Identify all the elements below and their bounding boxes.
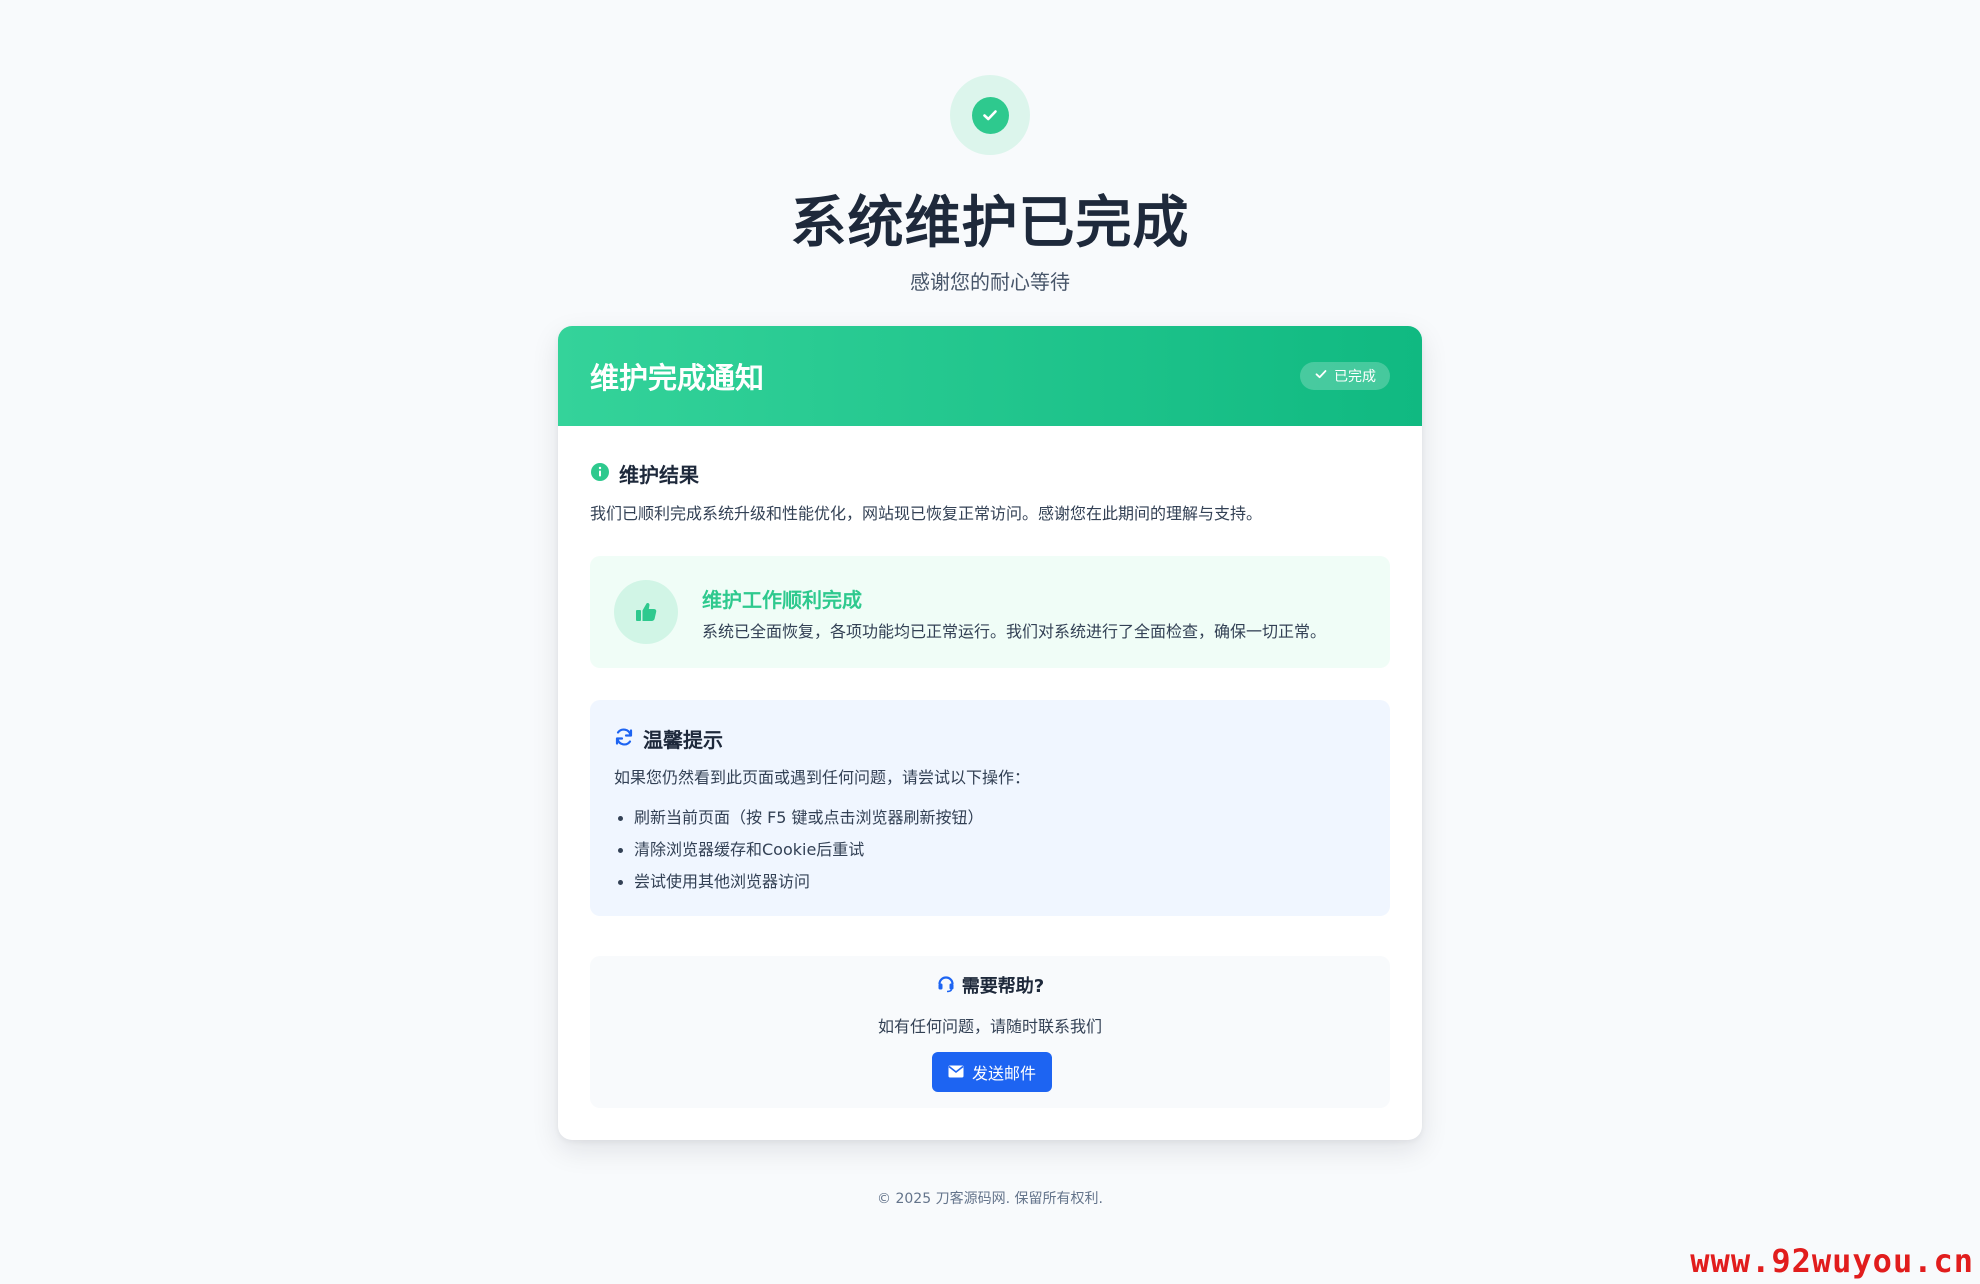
thumbs-up-icon <box>614 580 678 644</box>
send-email-label: 发送邮件 <box>971 1064 1036 1083</box>
status-badge: 已完成 <box>1300 362 1390 390</box>
success-title: 维护工作顺利完成 <box>702 588 862 612</box>
card-title: 维护完成通知 <box>590 361 765 395</box>
tips-heading: 温馨提示 <box>614 724 723 753</box>
tips-list: 刷新当前页面（按 F5 键或点击浏览器刷新按钮） 清除浏览器缓存和Cookie后… <box>614 802 984 898</box>
success-box: 维护工作顺利完成 系统已全面恢复，各项功能均已正常运行。我们对系统进行了全面检查… <box>590 556 1390 668</box>
result-title: 维护结果 <box>619 463 699 487</box>
help-title: 需要帮助? <box>961 976 1045 997</box>
status-badge-label: 已完成 <box>1334 369 1376 385</box>
check-circle-icon <box>971 96 1009 134</box>
tips-title: 温馨提示 <box>643 728 723 752</box>
hero-icon-ring <box>950 75 1030 155</box>
page-subtitle: 感谢您的耐心等待 <box>910 270 1070 294</box>
help-heading: 需要帮助? <box>590 972 1390 998</box>
help-box: 需要帮助? 如有任何问题，请随时联系我们 发送邮件 <box>590 956 1390 1108</box>
maintenance-complete-page: 系统维护已完成 感谢您的耐心等待 维护完成通知 已完成 维护结果 我们已顺利完成… <box>0 0 1980 1284</box>
tips-box: 温馨提示 如果您仍然看到此页面或遇到任何问题，请尝试以下操作： 刷新当前页面（按… <box>590 700 1390 916</box>
list-item: 尝试使用其他浏览器访问 <box>614 866 984 898</box>
result-text: 我们已顺利完成系统升级和性能优化，网站现已恢复正常访问。感谢您在此期间的理解与支… <box>590 504 1263 523</box>
envelope-icon <box>948 1063 964 1082</box>
notice-card: 维护完成通知 已完成 维护结果 我们已顺利完成系统升级和性能优化，网站现已恢复正… <box>558 326 1422 1140</box>
info-circle-icon <box>590 462 610 486</box>
check-icon <box>1314 367 1328 385</box>
card-header: 维护完成通知 已完成 <box>558 326 1422 426</box>
send-email-button[interactable]: 发送邮件 <box>932 1052 1052 1092</box>
footer-copyright: © 2025 刀客源码网. 保留所有权利. <box>877 1191 1103 1207</box>
list-item: 清除浏览器缓存和Cookie后重试 <box>614 834 984 866</box>
tips-intro: 如果您仍然看到此页面或遇到任何问题，请尝试以下操作： <box>614 768 1031 787</box>
refresh-icon <box>614 727 634 751</box>
page-title: 系统维护已完成 <box>790 191 1190 256</box>
headset-icon <box>936 973 956 997</box>
list-item: 刷新当前页面（按 F5 键或点击浏览器刷新按钮） <box>614 802 984 834</box>
success-text: 系统已全面恢复，各项功能均已正常运行。我们对系统进行了全面检查，确保一切正常。 <box>702 622 1327 641</box>
result-heading: 维护结果 <box>590 459 699 488</box>
help-text: 如有任何问题，请随时联系我们 <box>877 1017 1102 1036</box>
site-watermark: www.92wuyou.cn <box>1690 1242 1974 1280</box>
